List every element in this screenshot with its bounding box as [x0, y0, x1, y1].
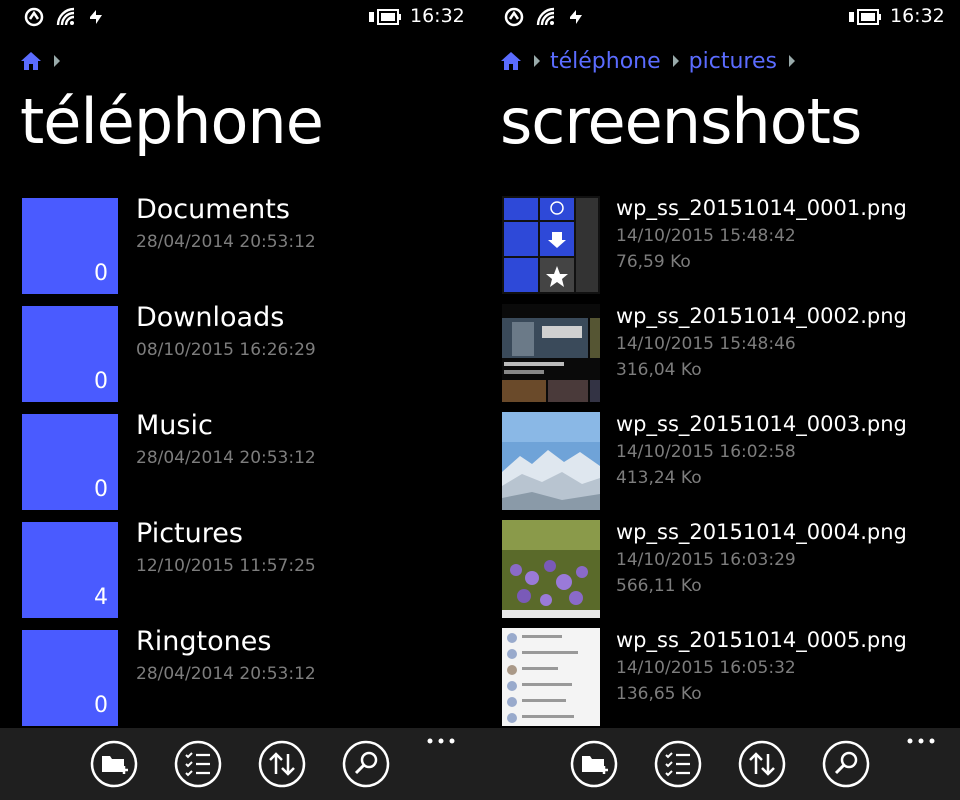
file-name: wp_ss_20151014_0005.png [616, 628, 907, 652]
status-time: 16:32 [410, 5, 465, 27]
chevron-right-icon [672, 55, 679, 67]
chevron-right-icon [534, 55, 540, 67]
folder-date: 28/04/2014 20:53:12 [136, 664, 316, 684]
chevron-right-icon [788, 55, 795, 67]
folder-tile: 0 [22, 414, 118, 510]
wifi-icon [56, 7, 75, 26]
file-size: 76,59 Ko [616, 252, 691, 272]
file-item[interactable]: wp_ss_20151014_0004.png 14/10/2015 16:03… [502, 520, 952, 620]
folder-count: 4 [94, 585, 108, 610]
screenshot-thumbnail [502, 304, 600, 402]
file-date: 14/10/2015 16:03:29 [616, 550, 796, 570]
file-date: 14/10/2015 15:48:46 [616, 334, 796, 354]
sort-icon[interactable] [258, 740, 306, 788]
search-icon[interactable] [822, 740, 870, 788]
folder-name: Pictures [136, 518, 243, 549]
file-name: wp_ss_20151014_0002.png [616, 304, 907, 328]
screenshot-thumbnail [502, 412, 600, 510]
breadcrumb [20, 46, 70, 76]
folder-count: 0 [94, 261, 108, 286]
file-size: 136,65 Ko [616, 684, 702, 704]
data-sync-icon [570, 10, 582, 24]
folder-tile: 0 [22, 306, 118, 402]
folder-date: 28/04/2014 20:53:12 [136, 448, 316, 468]
sort-icon[interactable] [738, 740, 786, 788]
file-date: 14/10/2015 16:02:58 [616, 442, 796, 462]
screenshot-thumbnail [502, 628, 600, 726]
status-bar: 16:32 [480, 0, 960, 34]
select-list-icon[interactable] [174, 740, 222, 788]
screenshot-thumbnail [502, 196, 600, 294]
folder-name: Documents [136, 194, 290, 225]
file-date: 14/10/2015 15:48:42 [616, 226, 796, 246]
nfc-icon [24, 7, 44, 27]
folder-count: 0 [94, 369, 108, 394]
app-bar [480, 728, 960, 800]
folder-item-music[interactable]: 0 Music 28/04/2014 20:53:12 [22, 410, 462, 510]
folder-date: 12/10/2015 11:57:25 [136, 556, 316, 576]
folder-name: Music [136, 410, 213, 441]
more-icon[interactable] [426, 736, 456, 746]
file-name: wp_ss_20151014_0003.png [616, 412, 907, 436]
nfc-icon [504, 7, 524, 27]
folder-item-ringtones[interactable]: 0 Ringtones 28/04/2014 20:53:12 [22, 626, 462, 726]
file-item[interactable]: wp_ss_20151014_0002.png 14/10/2015 15:48… [502, 304, 952, 404]
file-item[interactable]: wp_ss_20151014_0001.png 14/10/2015 15:48… [502, 196, 952, 296]
new-folder-icon[interactable] [570, 740, 618, 788]
wifi-icon [536, 7, 555, 26]
folder-name: Downloads [136, 302, 285, 333]
app-bar [0, 728, 480, 800]
home-icon[interactable] [20, 51, 42, 71]
folder-tile: 0 [22, 630, 118, 726]
breadcrumb-pictures[interactable]: pictures [689, 49, 777, 74]
left-screen: 16:32 téléphone 0 Documents 28/04/2014 2… [0, 0, 480, 800]
battery-charging-icon [369, 9, 401, 25]
page-title: screenshots [500, 85, 862, 158]
new-folder-icon[interactable] [90, 740, 138, 788]
more-icon[interactable] [906, 736, 936, 746]
file-name: wp_ss_20151014_0004.png [616, 520, 907, 544]
folder-item-documents[interactable]: 0 Documents 28/04/2014 20:53:12 [22, 194, 462, 294]
folder-date: 28/04/2014 20:53:12 [136, 232, 316, 252]
data-sync-icon [90, 10, 102, 24]
screenshot-thumbnail [502, 520, 600, 618]
home-icon[interactable] [500, 51, 522, 71]
breadcrumb: téléphone pictures [500, 46, 805, 76]
status-time: 16:32 [890, 5, 945, 27]
folder-tile: 0 [22, 198, 118, 294]
folder-item-downloads[interactable]: 0 Downloads 08/10/2015 16:26:29 [22, 302, 462, 402]
file-date: 14/10/2015 16:05:32 [616, 658, 796, 678]
search-icon[interactable] [342, 740, 390, 788]
file-name: wp_ss_20151014_0001.png [616, 196, 907, 220]
folder-name: Ringtones [136, 626, 272, 657]
breadcrumb-telephone[interactable]: téléphone [550, 49, 661, 74]
chevron-right-icon [54, 55, 60, 67]
folder-date: 08/10/2015 16:26:29 [136, 340, 316, 360]
file-size: 413,24 Ko [616, 468, 702, 488]
file-item[interactable]: wp_ss_20151014_0003.png 14/10/2015 16:02… [502, 412, 952, 512]
battery-charging-icon [849, 9, 881, 25]
page-title: téléphone [20, 85, 324, 158]
folder-count: 0 [94, 477, 108, 502]
file-size: 316,04 Ko [616, 360, 702, 380]
status-bar: 16:32 [0, 0, 480, 34]
file-size: 566,11 Ko [616, 576, 702, 596]
right-screen: 16:32 téléphone pictures screenshots wp_… [480, 0, 960, 800]
folder-count: 0 [94, 693, 108, 718]
file-item[interactable]: wp_ss_20151014_0005.png 14/10/2015 16:05… [502, 628, 952, 728]
folder-tile: 4 [22, 522, 118, 618]
folder-item-pictures[interactable]: 4 Pictures 12/10/2015 11:57:25 [22, 518, 462, 618]
select-list-icon[interactable] [654, 740, 702, 788]
